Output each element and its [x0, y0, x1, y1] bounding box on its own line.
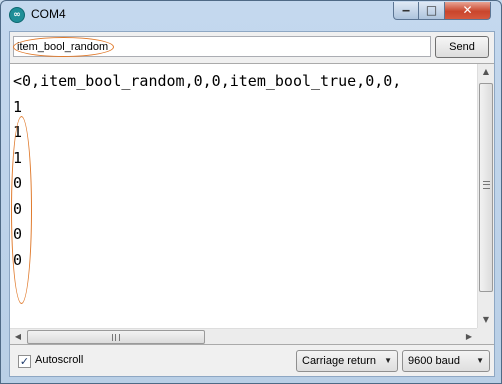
grip-icon	[112, 334, 120, 341]
checkmark-icon: ✓	[19, 355, 30, 368]
scroll-up-arrow-icon[interactable]: ▲	[478, 64, 494, 80]
horizontal-scrollbar[interactable]: ◀ ▶	[10, 328, 477, 344]
window-title: COM4	[31, 7, 66, 21]
scroll-left-arrow-icon[interactable]: ◀	[10, 329, 26, 344]
serial-output-line: 1	[13, 123, 23, 141]
baud-rate-value: 9600 baud	[408, 355, 460, 367]
vertical-scroll-thumb[interactable]	[479, 83, 493, 292]
scrollbar-corner	[477, 328, 494, 344]
serial-output-area[interactable]: <0,item_bool_random,0,0,item_bool_true,0…	[10, 63, 494, 345]
chevron-down-icon: ▼	[384, 356, 392, 365]
arduino-icon: ∞	[9, 7, 25, 23]
serial-output-line: 1	[13, 97, 23, 116]
serial-output-line: <0,item_bool_random,0,0,item_bool_true,0…	[13, 72, 402, 90]
chevron-down-icon: ▼	[476, 356, 484, 365]
line-ending-dropdown[interactable]: Carriage return ▼	[296, 350, 398, 372]
serial-output-text[interactable]: <0,item_bool_random,0,0,item_bool_true,0…	[13, 69, 476, 329]
line-ending-value: Carriage return	[302, 355, 376, 367]
client-area: Send <0,item_bool_random,0,0,item_bool_t…	[9, 31, 495, 377]
serial-monitor-window: ∞ COM4 ‒ □ ✕ Send <0,item_bool_random,0,…	[0, 0, 502, 384]
send-button[interactable]: Send	[435, 36, 489, 58]
serial-output-line: 0	[13, 199, 23, 218]
send-input[interactable]	[13, 36, 431, 57]
serial-output-line: 0	[13, 250, 23, 269]
horizontal-scroll-thumb[interactable]	[27, 330, 205, 344]
maximize-button[interactable]: □	[419, 2, 445, 20]
baud-rate-dropdown[interactable]: 9600 baud ▼	[402, 350, 490, 372]
autoscroll-label: Autoscroll	[35, 354, 84, 366]
title-bar[interactable]: ∞ COM4 ‒ □ ✕	[1, 1, 501, 29]
vertical-scrollbar[interactable]: ▲ ▼	[477, 64, 494, 328]
minimize-button[interactable]: ‒	[393, 2, 419, 20]
grip-icon	[483, 181, 490, 189]
serial-output-line: 1	[13, 148, 23, 167]
scroll-down-arrow-icon[interactable]: ▼	[478, 312, 494, 328]
autoscroll-checkbox[interactable]: ✓	[18, 355, 31, 368]
serial-output-line: 0	[13, 225, 23, 243]
close-button[interactable]: ✕	[445, 2, 491, 20]
scroll-right-arrow-icon[interactable]: ▶	[461, 329, 477, 344]
serial-output-line: 0	[13, 174, 23, 192]
